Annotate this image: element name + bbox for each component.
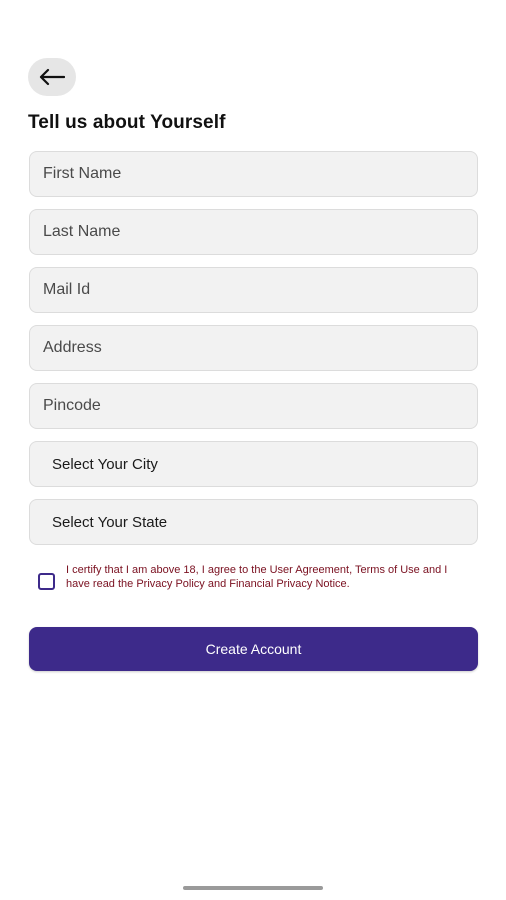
create-account-label: Create Account <box>205 641 302 657</box>
consent-row: I certify that I am above 18, I agree to… <box>38 563 468 591</box>
address-field[interactable]: Address <box>29 325 478 371</box>
state-select[interactable]: Select Your State <box>29 499 478 545</box>
signup-screen: Tell us about Yourself First Name Last N… <box>0 0 506 900</box>
pincode-field[interactable]: Pincode <box>29 383 478 429</box>
mail-id-placeholder: Mail Id <box>43 281 91 298</box>
last-name-placeholder: Last Name <box>43 223 121 240</box>
arrow-left-icon <box>39 68 65 86</box>
create-account-button[interactable]: Create Account <box>29 627 478 671</box>
back-button[interactable] <box>28 58 76 96</box>
city-select[interactable]: Select Your City <box>29 441 478 487</box>
consent-checkbox[interactable] <box>38 573 55 590</box>
state-select-value: Select Your State <box>52 513 168 531</box>
last-name-field[interactable]: Last Name <box>29 209 478 255</box>
address-placeholder: Address <box>43 339 102 356</box>
first-name-field[interactable]: First Name <box>29 151 478 197</box>
page-title: Tell us about Yourself <box>28 112 226 133</box>
home-indicator <box>183 886 323 890</box>
mail-id-field[interactable]: Mail Id <box>29 267 478 313</box>
first-name-placeholder: First Name <box>43 165 122 182</box>
consent-text: I certify that I am above 18, I agree to… <box>66 564 448 590</box>
city-select-value: Select Your City <box>52 455 158 473</box>
pincode-placeholder: Pincode <box>43 397 101 414</box>
